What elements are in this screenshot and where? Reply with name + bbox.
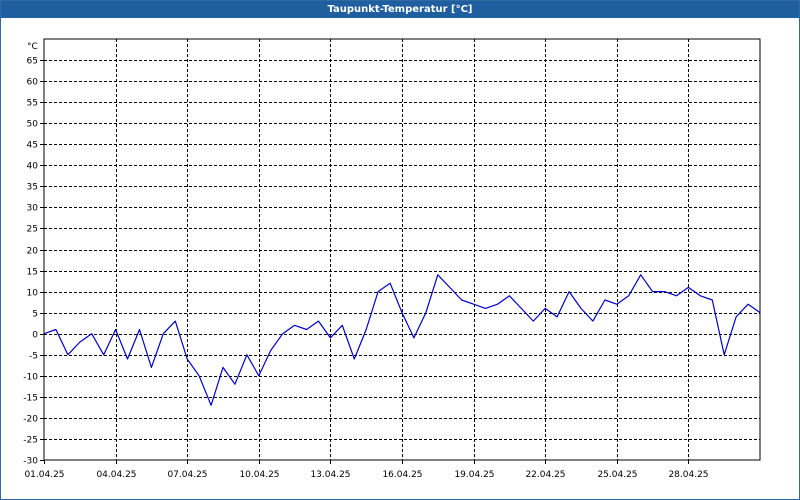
y-tick-label: -25 <box>23 436 38 446</box>
y-tick-label: -15 <box>23 394 38 404</box>
y-tick-label: 50 <box>27 120 39 130</box>
y-tick-label: 0 <box>32 331 38 341</box>
x-tick-label: 13.04.25 <box>310 470 350 480</box>
y-tick-label: 25 <box>27 225 38 235</box>
y-tick-label: -10 <box>23 373 38 383</box>
y-axis-label: °C <box>27 42 38 52</box>
x-tick-label: 01.04.25 <box>24 470 64 480</box>
y-tick-label: -5 <box>29 352 38 362</box>
y-tick-label: 65 <box>27 57 38 67</box>
tick-labels: 65605550454035302520151050-5-10-15-20-25… <box>23 42 708 480</box>
y-tick-label: 10 <box>27 289 39 299</box>
y-tick-label: 55 <box>27 99 38 109</box>
y-tick-label: 15 <box>27 268 38 278</box>
line-chart: 65605550454035302520151050-5-10-15-20-25… <box>23 38 761 480</box>
y-tick-label: 5 <box>32 310 38 320</box>
y-tick-label: 30 <box>27 204 39 214</box>
y-tick-label: 40 <box>27 162 39 172</box>
x-tick-label: 10.04.25 <box>239 470 279 480</box>
x-tick-label: 22.04.25 <box>525 470 565 480</box>
x-tick-label: 04.04.25 <box>96 470 136 480</box>
x-tick-label: 28.04.25 <box>668 470 708 480</box>
chart-window: Taupunkt-Temperatur [°C] 65 60 55 50 45 40 35 3… <box>0 0 800 500</box>
y-tick-label: 45 <box>27 141 38 151</box>
x-tick-label: 16.04.25 <box>382 470 422 480</box>
x-tick-label: 25.04.25 <box>597 470 637 480</box>
grid <box>44 39 760 460</box>
x-tick-label: 19.04.25 <box>454 470 494 480</box>
y-tick-label: 35 <box>27 183 38 193</box>
y-tick-label: -30 <box>23 457 38 467</box>
y-tick-label: 60 <box>27 78 39 88</box>
x-tick-label: 07.04.25 <box>167 470 207 480</box>
y-tick-label: 20 <box>27 247 39 257</box>
y-tick-label: -20 <box>23 415 38 425</box>
